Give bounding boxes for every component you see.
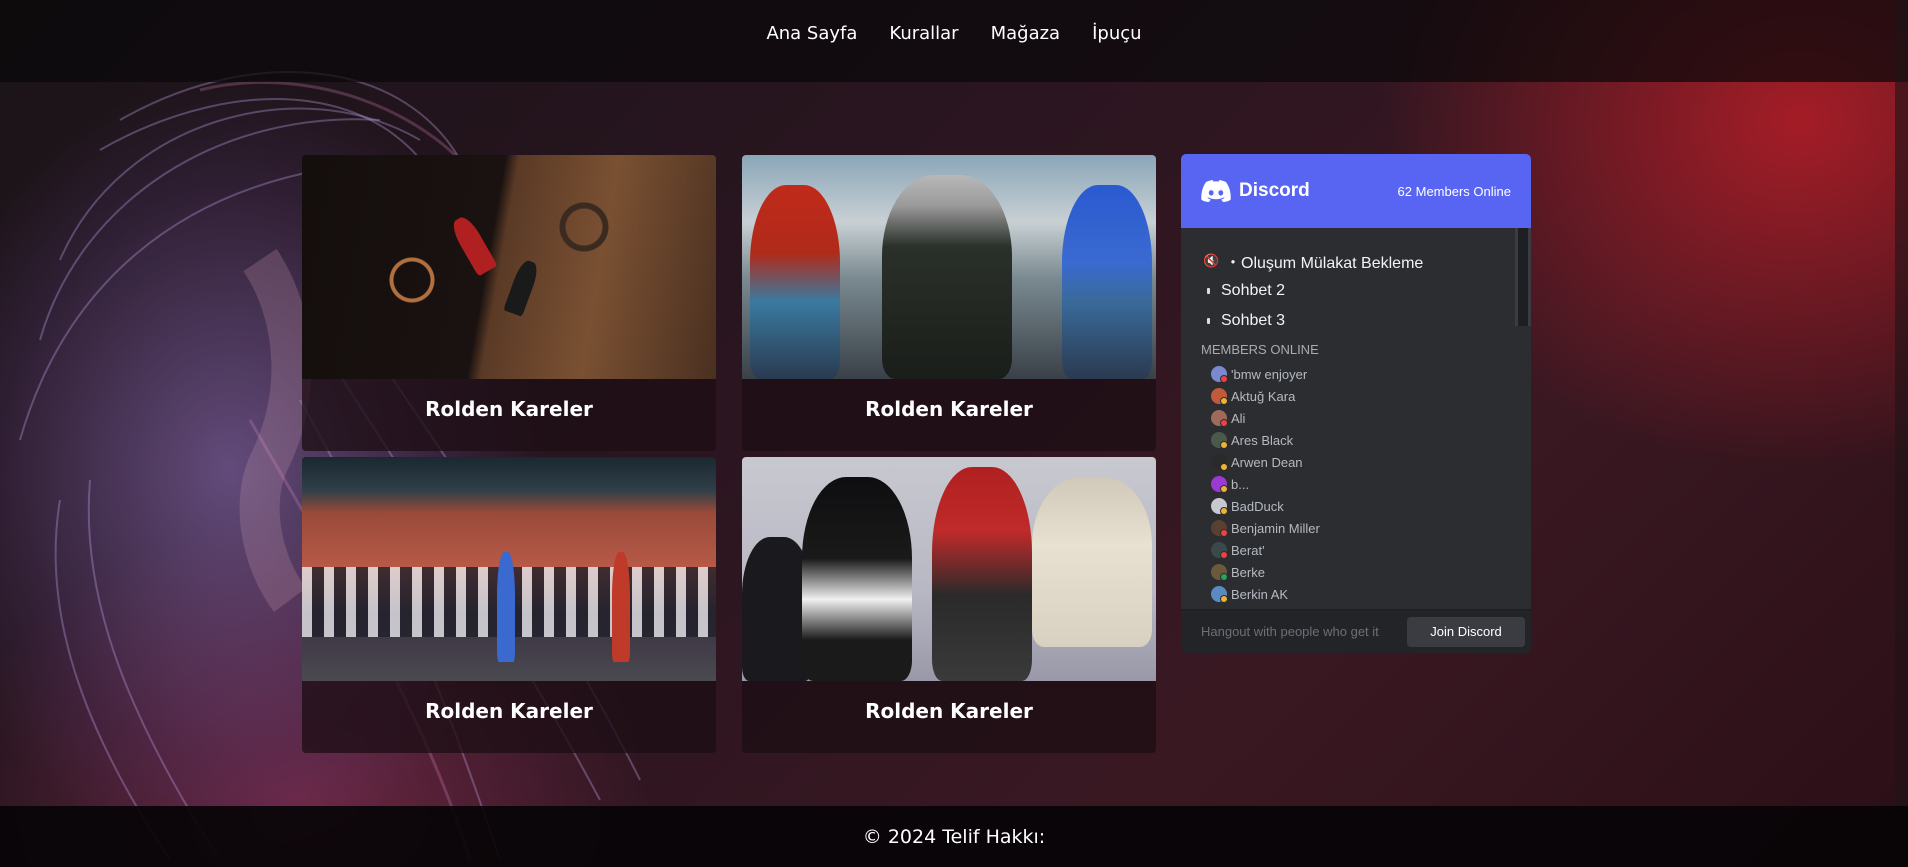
status-indicator: [1220, 573, 1228, 581]
voice-channel-icon: [1207, 318, 1210, 324]
top-navigation-bar: Ana Sayfa Kurallar Mağaza İpuçu: [0, 0, 1908, 82]
avatar: [1211, 542, 1228, 559]
gallery-card[interactable]: Rolden Kareler: [302, 457, 716, 753]
member-item[interactable]: Ares Black: [1211, 429, 1531, 451]
avatar: [1211, 454, 1228, 471]
gallery-card[interactable]: Rolden Kareler: [742, 457, 1156, 753]
member-name: Berke: [1231, 564, 1265, 580]
nav-link-rules[interactable]: Kurallar: [889, 23, 958, 44]
nav-link-store[interactable]: Mağaza: [991, 23, 1061, 44]
status-indicator: [1220, 595, 1228, 603]
channel-name: Sohbet 2: [1221, 282, 1286, 299]
channel-name: ・Oluşum Mülakat Bekleme: [1225, 255, 1424, 272]
gallery-image: [302, 457, 716, 681]
channel-list: 🔇 ・Oluşum Mülakat Bekleme Sohbet 2 Sohbe…: [1181, 228, 1531, 334]
member-name: Aktuğ Kara: [1231, 388, 1296, 404]
member-name: Ali: [1231, 410, 1246, 426]
member-item[interactable]: b...: [1211, 473, 1531, 495]
gallery-card[interactable]: Rolden Kareler: [302, 155, 716, 451]
member-item[interactable]: Berkin AK: [1211, 583, 1531, 605]
member-list: 'bmw enjoyer Aktuğ Kara Ali Ares Black Arwen…: [1181, 363, 1531, 618]
card-title: Rolden Kareler: [425, 699, 593, 723]
discord-widget: Discord 62 Members Online 🔇 ・Oluşum Müla…: [1181, 154, 1531, 653]
status-indicator: [1220, 485, 1228, 493]
member-name: Benjamin Miller: [1231, 520, 1320, 536]
avatar: [1211, 410, 1228, 427]
member-item[interactable]: Berat': [1211, 539, 1531, 561]
card-title: Rolden Kareler: [865, 397, 1033, 421]
nav-link-tips[interactable]: İpuçu: [1092, 23, 1141, 44]
avatar: [1211, 476, 1228, 493]
gallery-image: [742, 457, 1156, 681]
member-item[interactable]: Aktuğ Kara: [1211, 385, 1531, 407]
status-indicator: [1220, 441, 1228, 449]
member-name: Ares Black: [1231, 432, 1294, 448]
gallery-card[interactable]: Rolden Kareler: [742, 155, 1156, 451]
member-item[interactable]: 'bmw enjoyer: [1211, 363, 1531, 385]
member-name: BadDuck: [1231, 498, 1284, 514]
speaker-muted-icon: 🔇: [1203, 253, 1220, 268]
page-scrollbar[interactable]: [1895, 0, 1908, 867]
channel-name: Sohbet 3: [1221, 312, 1286, 329]
member-item[interactable]: BadDuck: [1211, 495, 1531, 517]
discord-footer: Hangout with people who get it Join Disc…: [1181, 609, 1531, 653]
member-name: Berkin AK: [1231, 586, 1289, 602]
status-indicator: [1220, 419, 1228, 427]
channel-scrollbar[interactable]: [1515, 228, 1531, 326]
card-title: Rolden Kareler: [865, 699, 1033, 723]
avatar: [1211, 586, 1228, 603]
scrollbar-thumb[interactable]: [1518, 228, 1528, 326]
nav-link-home[interactable]: Ana Sayfa: [766, 23, 857, 44]
gallery-image: [302, 155, 716, 379]
gallery-grid: Rolden Kareler Rolden Kareler Rolden Kar…: [302, 155, 1156, 753]
member-name: Berat': [1231, 542, 1265, 558]
main-nav: Ana Sayfa Kurallar Mağaza İpuçu: [766, 23, 1141, 44]
discord-brand: Discord: [1239, 180, 1310, 201]
avatar: [1211, 366, 1228, 383]
join-discord-button[interactable]: Join Discord: [1407, 616, 1525, 647]
copyright-text: © 2024 Telif Hakkı:: [862, 825, 1046, 848]
card-title: Rolden Kareler: [425, 397, 593, 421]
status-indicator: [1220, 397, 1228, 405]
member-item[interactable]: Ali: [1211, 407, 1531, 429]
channel-item[interactable]: Sohbet 2: [1203, 276, 1531, 306]
member-name: Arwen Dean: [1231, 454, 1303, 470]
avatar: [1211, 498, 1228, 515]
members-online-heading: MEMBERS ONLINE: [1201, 342, 1319, 357]
gallery-image: [742, 155, 1156, 379]
status-indicator: [1220, 529, 1228, 537]
discord-logo[interactable]: Discord: [1201, 180, 1310, 202]
status-indicator: [1220, 551, 1228, 559]
member-item[interactable]: Arwen Dean: [1211, 451, 1531, 473]
channel-item[interactable]: Sohbet 3: [1203, 306, 1531, 336]
voice-channel-icon: [1207, 288, 1210, 294]
member-name: 'bmw enjoyer: [1231, 366, 1308, 382]
avatar: [1211, 520, 1228, 537]
member-name: b...: [1231, 476, 1250, 492]
member-item[interactable]: Berke: [1211, 561, 1531, 583]
status-indicator: [1220, 507, 1228, 515]
discord-header: Discord 62 Members Online: [1181, 154, 1531, 228]
status-indicator: [1220, 463, 1228, 471]
page-footer: © 2024 Telif Hakkı:: [0, 806, 1908, 867]
discord-tagline: Hangout with people who get it: [1201, 624, 1379, 639]
discord-icon: [1201, 180, 1231, 202]
avatar: [1211, 564, 1228, 581]
members-online-count: 62 Members Online: [1397, 183, 1511, 199]
avatar: [1211, 388, 1228, 405]
status-indicator: [1220, 375, 1228, 383]
avatar: [1211, 432, 1228, 449]
member-item[interactable]: Benjamin Miller: [1211, 517, 1531, 539]
channel-item[interactable]: 🔇 ・Oluşum Mülakat Bekleme: [1203, 246, 1531, 276]
